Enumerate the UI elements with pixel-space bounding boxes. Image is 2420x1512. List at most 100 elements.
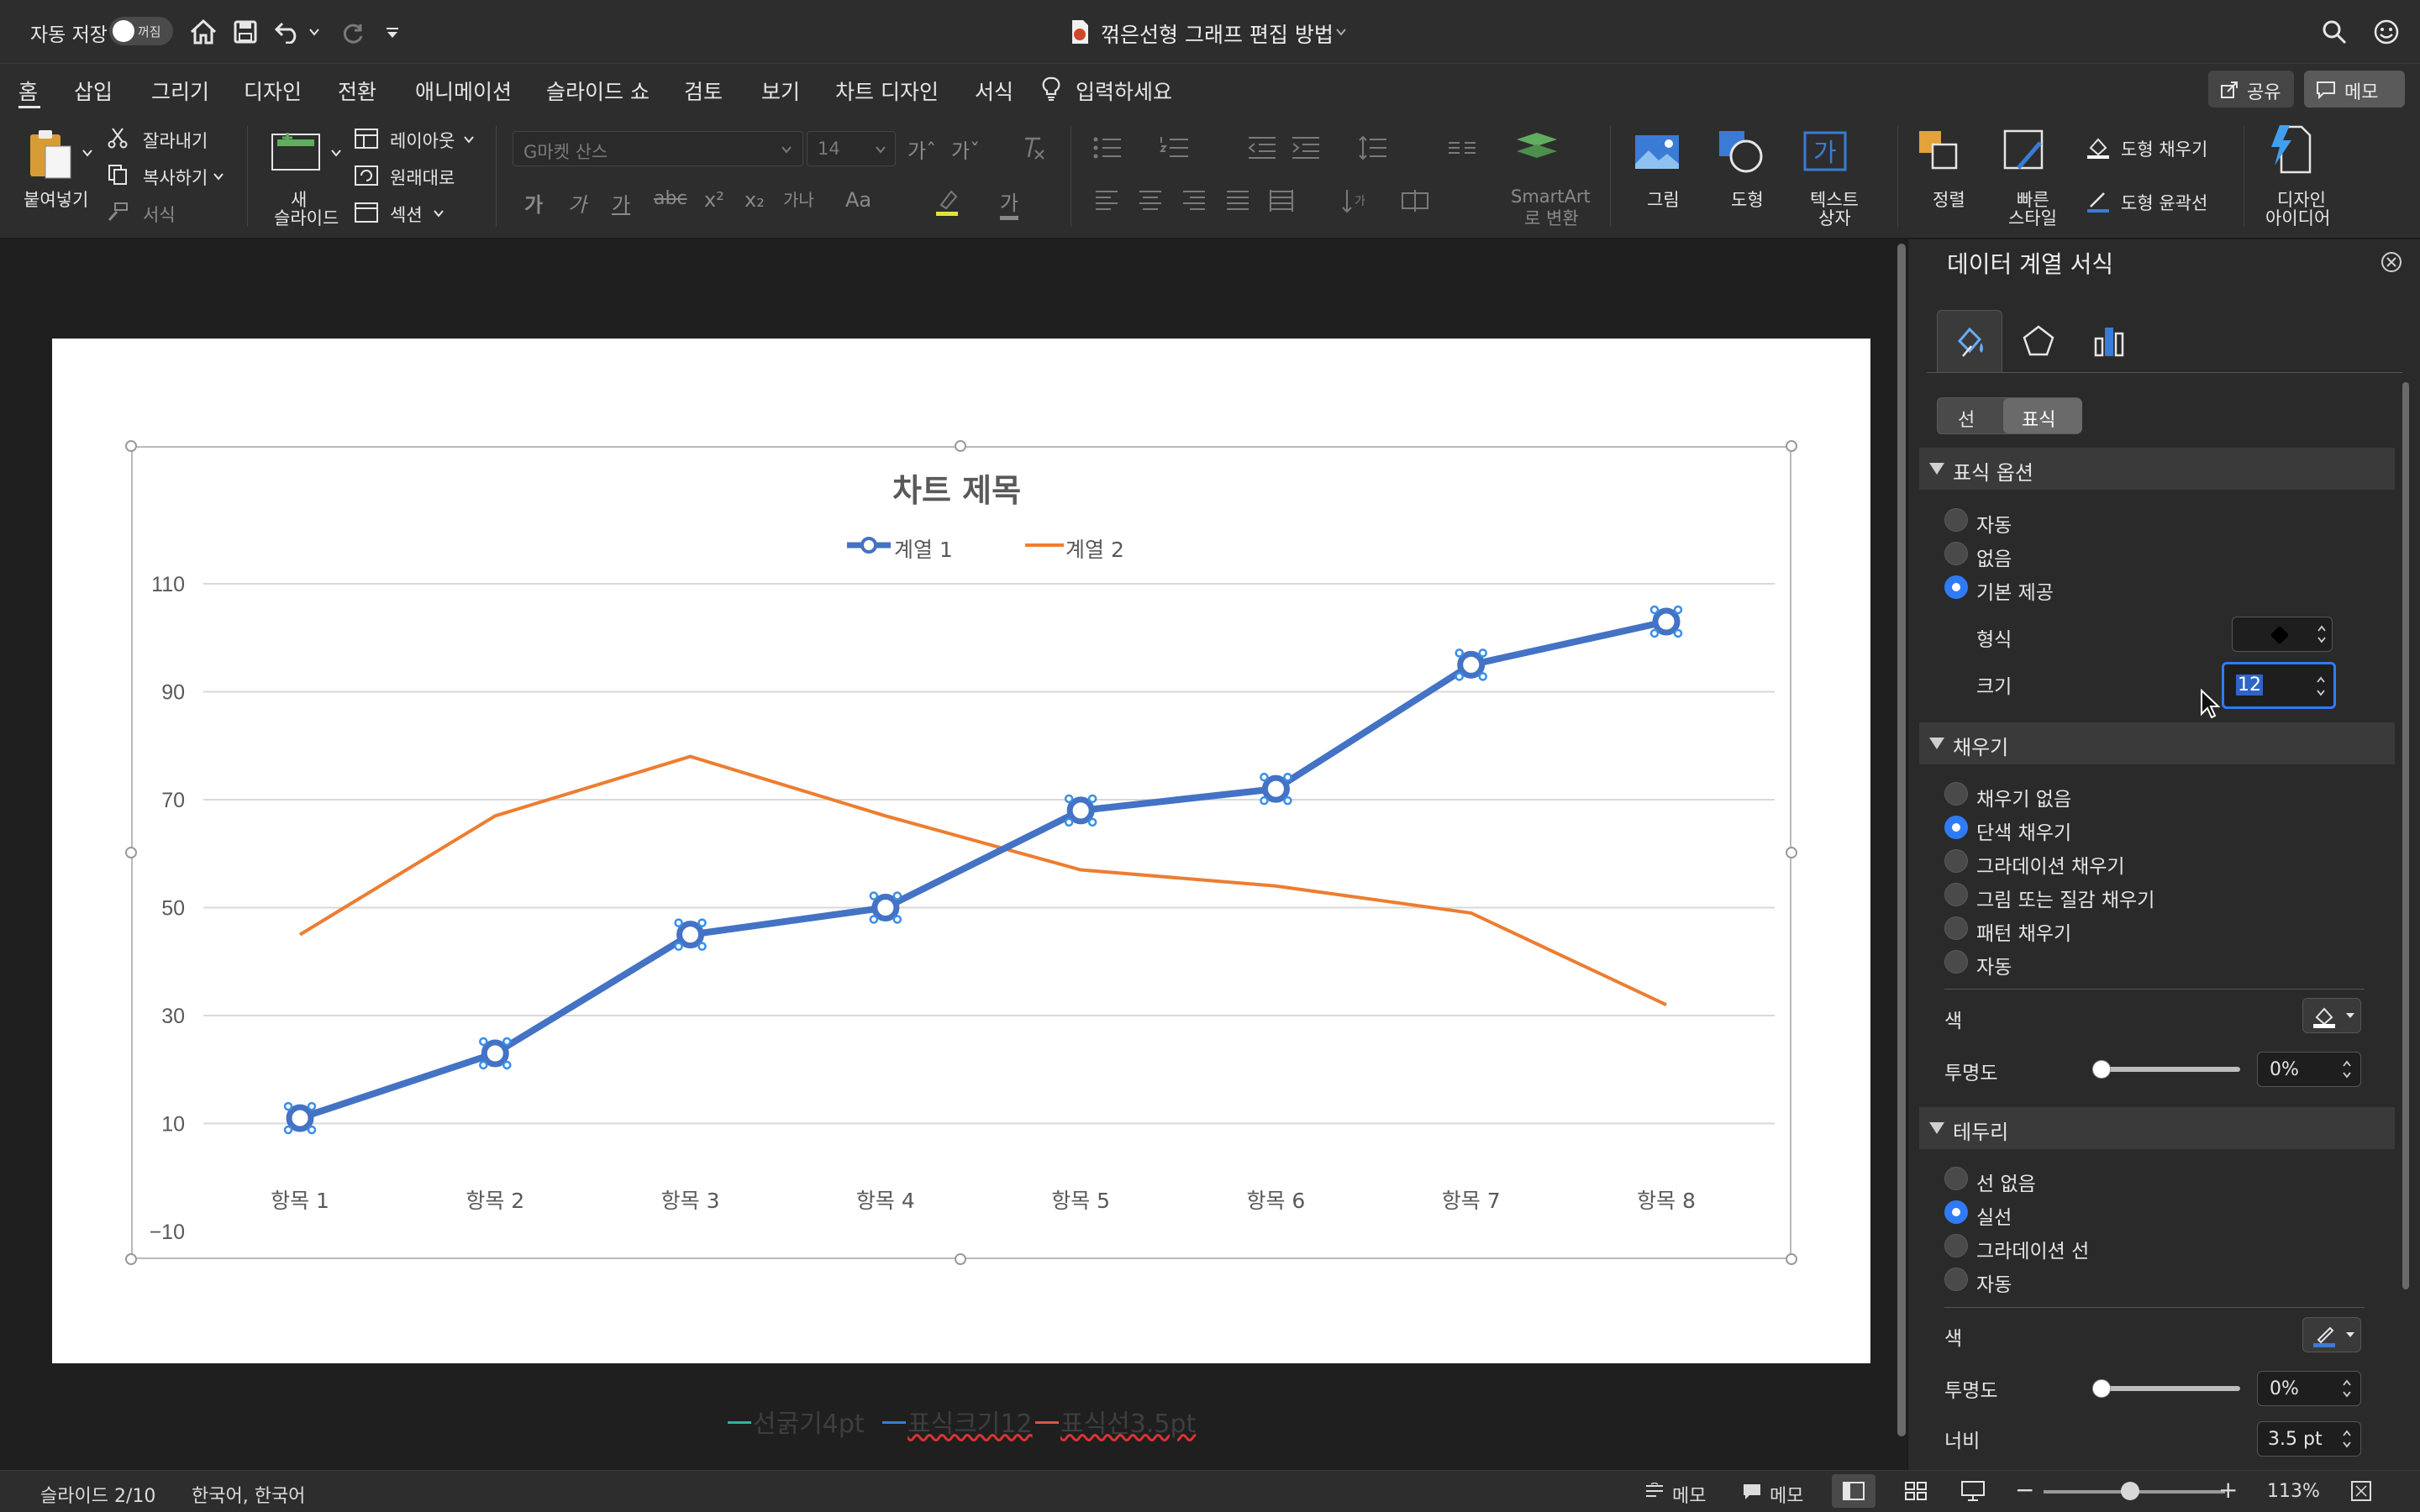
designer-label-2[interactable]: 아이디어	[2265, 205, 2330, 230]
tab-chart-design[interactable]: 차트 디자인	[835, 76, 939, 106]
normal-view-button[interactable]	[1832, 1474, 1876, 1508]
tab-draw[interactable]: 그리기	[151, 76, 209, 106]
smartart-label-2[interactable]: 로 변환	[1524, 205, 1579, 230]
textbox-icon[interactable]: 가	[1798, 126, 1852, 176]
cut-icon[interactable]	[106, 126, 129, 150]
feedback-smiley-icon[interactable]	[2371, 17, 2402, 47]
increase-indent-icon[interactable]	[1289, 133, 1323, 163]
border-transparency-input[interactable]: 0%	[2257, 1371, 2361, 1406]
shape-fill-label[interactable]: 도형 채우기	[2121, 136, 2207, 161]
tab-view[interactable]: 보기	[761, 76, 800, 106]
bullets-icon[interactable]	[1091, 133, 1124, 163]
redo-icon[interactable]	[336, 15, 370, 49]
picture-icon[interactable]	[1630, 126, 1684, 176]
quick-style-icon[interactable]	[2000, 126, 2054, 176]
format-painter-label[interactable]: 서식	[143, 202, 176, 227]
undo-dropdown-icon[interactable]	[306, 22, 323, 42]
cut-label[interactable]: 잘라내기	[143, 128, 208, 153]
effects-pentagon-icon[interactable]	[2018, 320, 2060, 362]
border-gradient-radio[interactable]	[1944, 1234, 1968, 1257]
marker-auto-radio[interactable]	[1944, 508, 1968, 532]
tab-animations[interactable]: 애니메이션	[415, 76, 512, 106]
save-icon[interactable]	[229, 15, 262, 49]
fill-auto-radio[interactable]	[1944, 950, 1968, 974]
tab-format[interactable]: 서식	[975, 76, 1013, 106]
font-size-dropdown[interactable]: 14	[807, 131, 896, 166]
slideshow-icon[interactable]	[1958, 1478, 1988, 1504]
tell-me-search[interactable]: 입력하세요	[1076, 76, 1172, 106]
border-transparency-slider[interactable]	[2099, 1386, 2240, 1391]
fill-line-tab[interactable]	[1937, 310, 2002, 372]
designer-icon[interactable]	[2264, 123, 2317, 176]
format-painter-icon[interactable]	[106, 200, 129, 223]
bold-icon[interactable]: 가	[524, 188, 543, 218]
shape-fill-icon[interactable]	[2084, 133, 2112, 161]
layout-icon[interactable]	[353, 126, 380, 151]
selection-handle[interactable]	[1786, 847, 1797, 858]
fill-color-picker[interactable]	[2302, 998, 2361, 1033]
smartart-icon[interactable]	[1512, 126, 1566, 176]
reset-label[interactable]: 원래대로	[390, 165, 455, 190]
distributed-icon[interactable]	[1267, 186, 1296, 215]
highlighter-icon[interactable]	[933, 185, 961, 218]
comments-label[interactable]: 메모	[1770, 1481, 1803, 1508]
zoom-level[interactable]: 113%	[2267, 1481, 2320, 1502]
tab-design[interactable]: 디자인	[244, 76, 302, 106]
strikethrough-icon[interactable]: abc	[654, 188, 687, 209]
selection-handle[interactable]	[125, 1253, 137, 1265]
copy-label[interactable]: 복사하기	[143, 165, 208, 190]
chevron-down-icon[interactable]	[1333, 24, 1349, 40]
shape-outline-icon[interactable]	[2084, 186, 2112, 215]
subtab-marker-active[interactable]: 표식	[2003, 398, 2082, 433]
align-right-icon[interactable]	[1180, 186, 1208, 215]
fill-gradient-radio[interactable]	[1944, 849, 1968, 873]
new-slide-icon[interactable]	[267, 126, 324, 176]
increase-font-icon[interactable]: 가ˆ	[908, 134, 936, 164]
tab-slideshow[interactable]: 슬라이드 쇼	[546, 76, 650, 106]
numbering-icon[interactable]	[1158, 133, 1192, 163]
fill-transparency-input[interactable]: 0%	[2257, 1052, 2361, 1087]
legend[interactable]: 계열 1 계열 2	[845, 528, 1131, 562]
align-text-icon[interactable]	[1398, 186, 1432, 215]
reset-icon[interactable]	[353, 163, 380, 188]
selection-handle[interactable]	[955, 1253, 966, 1265]
selection-handle[interactable]	[955, 440, 966, 452]
subscript-icon[interactable]: x₂	[744, 188, 765, 212]
share-button[interactable]: 공유	[2208, 71, 2294, 108]
decrease-font-icon[interactable]: 가ˇ	[951, 134, 980, 164]
tab-home[interactable]: 홈	[18, 76, 38, 106]
textbox-label-2[interactable]: 상자	[1818, 205, 1851, 230]
char-spacing-icon[interactable]: 가나	[783, 186, 814, 211]
selection-handle[interactable]	[1786, 1253, 1797, 1265]
undo-icon[interactable]	[271, 15, 304, 49]
section-label[interactable]: 섹션	[390, 202, 423, 227]
shape-label[interactable]: 도형	[1731, 186, 1764, 212]
tab-review[interactable]: 검토	[684, 76, 723, 106]
justify-icon[interactable]	[1223, 186, 1252, 215]
slide[interactable]: 110 90 70 50 30 10 −10 항목 1 항목 2 항목 3 항목 4 항목 5 항목 6…	[52, 339, 1870, 1363]
border-transparency-slider-knob[interactable]	[2092, 1379, 2111, 1398]
memo-button[interactable]: 메모	[2304, 71, 2405, 108]
align-center-icon[interactable]	[1136, 186, 1165, 215]
underline-icon[interactable]: 가	[612, 188, 630, 218]
tab-insert[interactable]: 삽입	[74, 76, 113, 106]
notes-icon[interactable]	[1642, 1479, 1667, 1504]
shape-icon[interactable]	[1714, 126, 1768, 176]
fill-none-radio[interactable]	[1944, 782, 1968, 806]
quick-style-label-2[interactable]: 스타일	[2008, 205, 2057, 230]
search-icon[interactable]	[2319, 17, 2349, 47]
section-icon[interactable]	[353, 200, 380, 225]
arrange-label[interactable]: 정렬	[1933, 186, 1965, 212]
fill-section-header[interactable]: 채우기	[1919, 722, 2395, 764]
paste-dropdown-icon[interactable]	[79, 144, 96, 161]
section-dropdown-icon[interactable]	[430, 205, 447, 222]
notes-label[interactable]: 메모	[1672, 1481, 1706, 1508]
border-color-picker[interactable]	[2302, 1317, 2361, 1352]
paste-icon[interactable]	[24, 126, 77, 183]
text-direction-icon[interactable]: 가	[1338, 186, 1371, 215]
italic-icon[interactable]: 가	[568, 188, 587, 218]
selection-handle[interactable]	[1786, 440, 1797, 452]
fill-picture-radio[interactable]	[1944, 883, 1968, 906]
font-name-dropdown[interactable]: G마켓 산스	[513, 131, 803, 166]
align-left-icon[interactable]	[1092, 186, 1121, 215]
